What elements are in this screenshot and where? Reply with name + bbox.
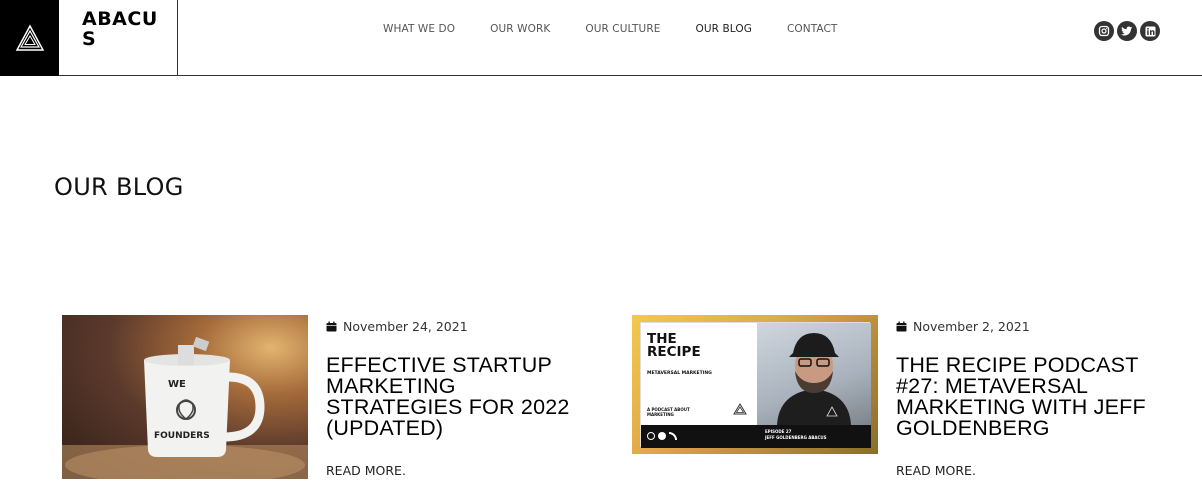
instagram-icon[interactable] bbox=[1094, 21, 1114, 41]
main-nav: WHAT WE DO OUR WORK OUR CULTURE OUR BLOG… bbox=[383, 23, 872, 35]
post-title[interactable]: EFFECTIVE STARTUP MARKETING STRATEGIES F… bbox=[326, 354, 586, 439]
post-date-text: November 24, 2021 bbox=[343, 319, 468, 334]
mug-text-top: WE bbox=[168, 379, 186, 390]
rss-icon bbox=[669, 432, 677, 440]
cover-heading: THE RECIPE bbox=[647, 331, 701, 360]
post-title[interactable]: THE RECIPE PODCAST #27: METAVERSAL MARKE… bbox=[896, 354, 1156, 439]
read-more-link[interactable]: READ MORE. bbox=[326, 463, 406, 478]
post-date: November 2, 2021 bbox=[896, 319, 1030, 334]
cover-subheading: METAVERSAL MARKETING bbox=[647, 371, 712, 376]
twitter-icon[interactable] bbox=[1117, 21, 1137, 41]
cover-guest: JEFF GOLDENBERG ABACUS bbox=[765, 435, 827, 440]
nav-item-our-work[interactable]: OUR WORK bbox=[490, 23, 550, 35]
blog-post-card: THE RECIPE METAVERSAL MARKETING A PODCAS… bbox=[632, 315, 1172, 485]
linkedin-icon[interactable] bbox=[1140, 21, 1160, 41]
nav-item-our-blog[interactable]: OUR BLOG bbox=[695, 23, 751, 35]
post-date-text: November 2, 2021 bbox=[913, 319, 1030, 334]
nav-item-what-we-do[interactable]: WHAT WE DO bbox=[383, 23, 455, 35]
triangle-logo-icon bbox=[15, 24, 44, 51]
read-more-link[interactable]: READ MORE. bbox=[896, 463, 976, 478]
cover-footer: EPISODE 27 JEFF GOLDENBERG ABACUS bbox=[641, 425, 871, 448]
brand-text: ABACUS bbox=[82, 8, 158, 50]
site-header: ABACUS WHAT WE DO OUR WORK OUR CULTURE O… bbox=[0, 0, 1202, 76]
post-date: November 24, 2021 bbox=[326, 319, 468, 334]
nav-item-our-culture[interactable]: OUR CULTURE bbox=[585, 23, 660, 35]
triangle-logo-icon bbox=[733, 403, 747, 415]
podcast-cover: THE RECIPE METAVERSAL MARKETING A PODCAS… bbox=[640, 322, 871, 448]
brand-name[interactable]: ABACUS bbox=[59, 0, 178, 76]
guest-photo bbox=[757, 323, 871, 425]
post-thumbnail[interactable]: WE FOUNDERS bbox=[62, 315, 308, 479]
calendar-icon bbox=[326, 321, 337, 332]
spotify-icon bbox=[658, 432, 666, 440]
calendar-icon bbox=[896, 321, 907, 332]
page-title: OUR BLOG bbox=[54, 173, 184, 201]
post-thumbnail[interactable]: THE RECIPE METAVERSAL MARKETING A PODCAS… bbox=[632, 315, 878, 454]
social-links bbox=[1094, 21, 1160, 41]
cover-tagline: A PODCAST ABOUT MARKETING bbox=[647, 407, 690, 417]
nav-item-contact[interactable]: CONTACT bbox=[787, 23, 838, 35]
mug-text-bottom: FOUNDERS bbox=[154, 431, 210, 441]
blog-post-card: WE FOUNDERS November 24, 2021 EFFECTIVE … bbox=[62, 315, 602, 485]
logo[interactable] bbox=[0, 0, 59, 76]
apple-podcasts-icon bbox=[647, 432, 655, 440]
mug-image: WE FOUNDERS bbox=[62, 336, 308, 479]
